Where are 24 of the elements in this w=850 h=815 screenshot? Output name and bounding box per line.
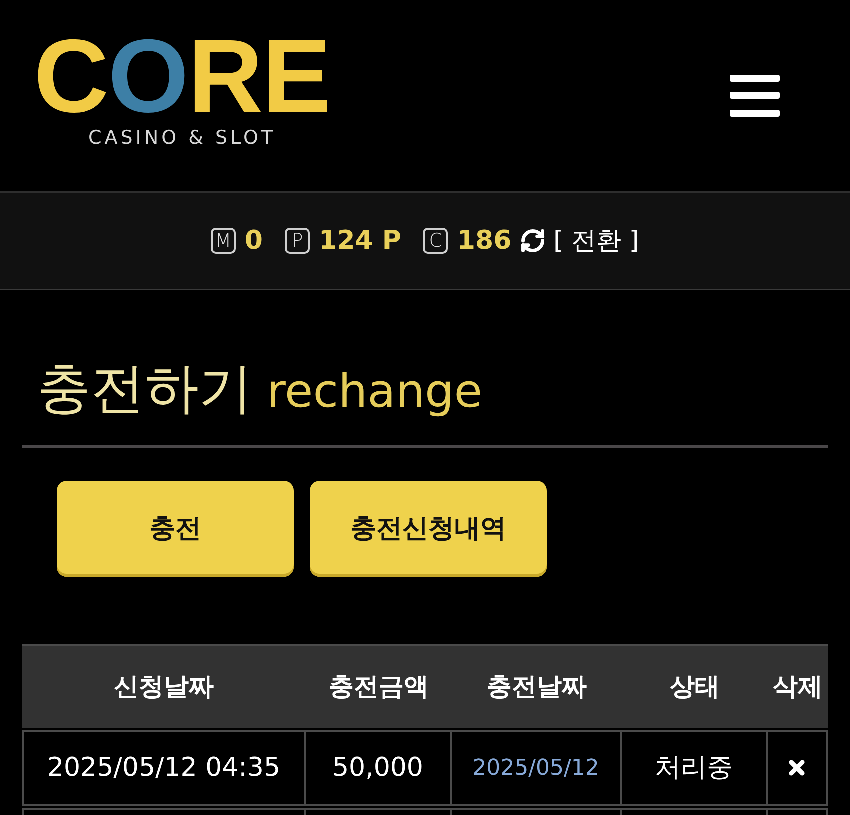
- page-subtitle: rechange: [267, 363, 482, 420]
- tab-button[interactable]: 충전: [57, 481, 294, 577]
- logo-tagline: CASINO & SLOT: [88, 126, 276, 148]
- column-header: 삭제: [772, 671, 824, 704]
- logo-wordmark: CORE: [34, 36, 330, 116]
- balance-type-badge: P: [285, 228, 310, 254]
- refresh-icon[interactable]: [520, 228, 546, 254]
- balance-type-badge: M: [210, 228, 236, 254]
- column-header: 상태: [669, 671, 721, 704]
- convert-link[interactable]: [ 전환 ]: [554, 226, 640, 256]
- table-cell: 2025/05/12 04:35: [22, 730, 306, 806]
- balance-value: 0: [244, 226, 263, 256]
- page-title: 충전하기: [37, 356, 253, 422]
- table-cell: 50,000: [306, 730, 452, 806]
- tab-button[interactable]: 충전신청내역: [310, 481, 547, 577]
- column-header: 충전금액: [328, 671, 430, 704]
- balance-value: 186: [457, 226, 512, 256]
- balance-value: 124 P: [319, 226, 402, 256]
- table-cell: 처리중: [622, 730, 768, 806]
- column-header: 신청날짜: [113, 671, 215, 704]
- column-header: 충전날짜: [486, 671, 588, 704]
- table-cell: 2025/05/12: [452, 730, 622, 806]
- balance-type-badge: C: [423, 228, 448, 254]
- menu-icon[interactable]: [730, 74, 780, 116]
